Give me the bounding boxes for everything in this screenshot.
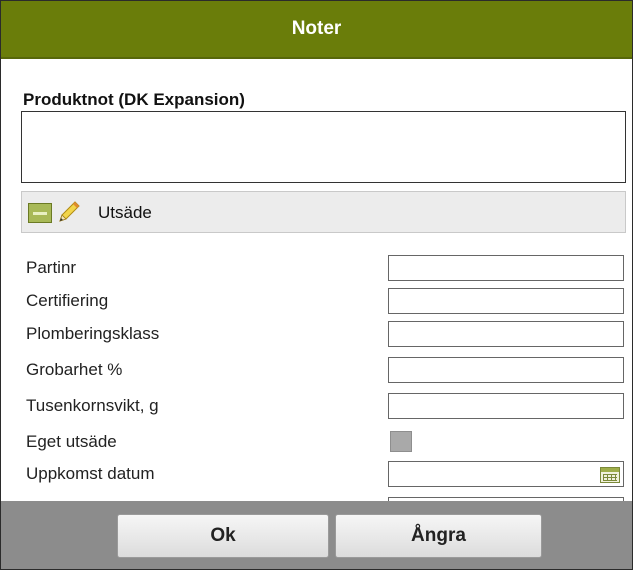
field-label: Plomberingsklass bbox=[26, 324, 160, 343]
tusenkornsvikt-input[interactable] bbox=[388, 393, 624, 419]
form-row-plomberingsklass: Plomberingsklass bbox=[1, 321, 632, 355]
dialog-titlebar: Noter bbox=[1, 1, 632, 59]
uppkomst-datum-input[interactable] bbox=[388, 461, 624, 487]
dialog-footer: Ok Ångra bbox=[1, 501, 632, 569]
seed-form: Partinr Certifiering Plomberingsklass Gr… bbox=[1, 249, 632, 501]
pencil-icon[interactable] bbox=[56, 199, 82, 225]
ok-button[interactable]: Ok bbox=[117, 514, 329, 558]
certifiering-input[interactable] bbox=[388, 288, 624, 314]
calendar-icon[interactable] bbox=[600, 467, 620, 483]
eget-utsade-checkbox[interactable] bbox=[390, 431, 412, 452]
field-label: Eget utsäde bbox=[26, 432, 117, 451]
grobarhet-input[interactable] bbox=[388, 357, 624, 383]
minus-icon[interactable] bbox=[28, 203, 52, 223]
form-row-eget-utsade: Eget utsäde bbox=[1, 429, 632, 463]
product-note-textarea[interactable] bbox=[21, 111, 626, 183]
partinr-input[interactable] bbox=[388, 255, 624, 281]
product-note-label: Produktnot (DK Expansion) bbox=[23, 90, 245, 109]
cancel-button[interactable]: Ångra bbox=[335, 514, 542, 558]
field-label: Partinr bbox=[26, 258, 77, 277]
plomberingsklass-input[interactable] bbox=[388, 321, 624, 347]
form-row-grobarhet: Grobarhet % bbox=[1, 357, 632, 391]
section-title: Utsäde bbox=[98, 203, 152, 222]
form-row-uppkomst-datum: Uppkomst datum bbox=[1, 461, 632, 495]
field-label: Uppkomst datum bbox=[26, 464, 155, 483]
notes-dialog: Noter Produktnot (DK Expansion) Utsäde P… bbox=[0, 0, 633, 570]
field-label: Certifiering bbox=[26, 291, 109, 310]
field-label: Grobarhet % bbox=[26, 360, 123, 379]
dialog-title: Noter bbox=[291, 18, 342, 39]
field-label: Tusenkornsvikt, g bbox=[26, 396, 159, 415]
form-row-certifiering: Certifiering bbox=[1, 288, 632, 322]
form-row-partinr: Partinr bbox=[1, 255, 632, 289]
section-header-utsade[interactable]: Utsäde bbox=[21, 191, 626, 233]
form-row-tusenkornsvikt: Tusenkornsvikt, g bbox=[1, 393, 632, 427]
